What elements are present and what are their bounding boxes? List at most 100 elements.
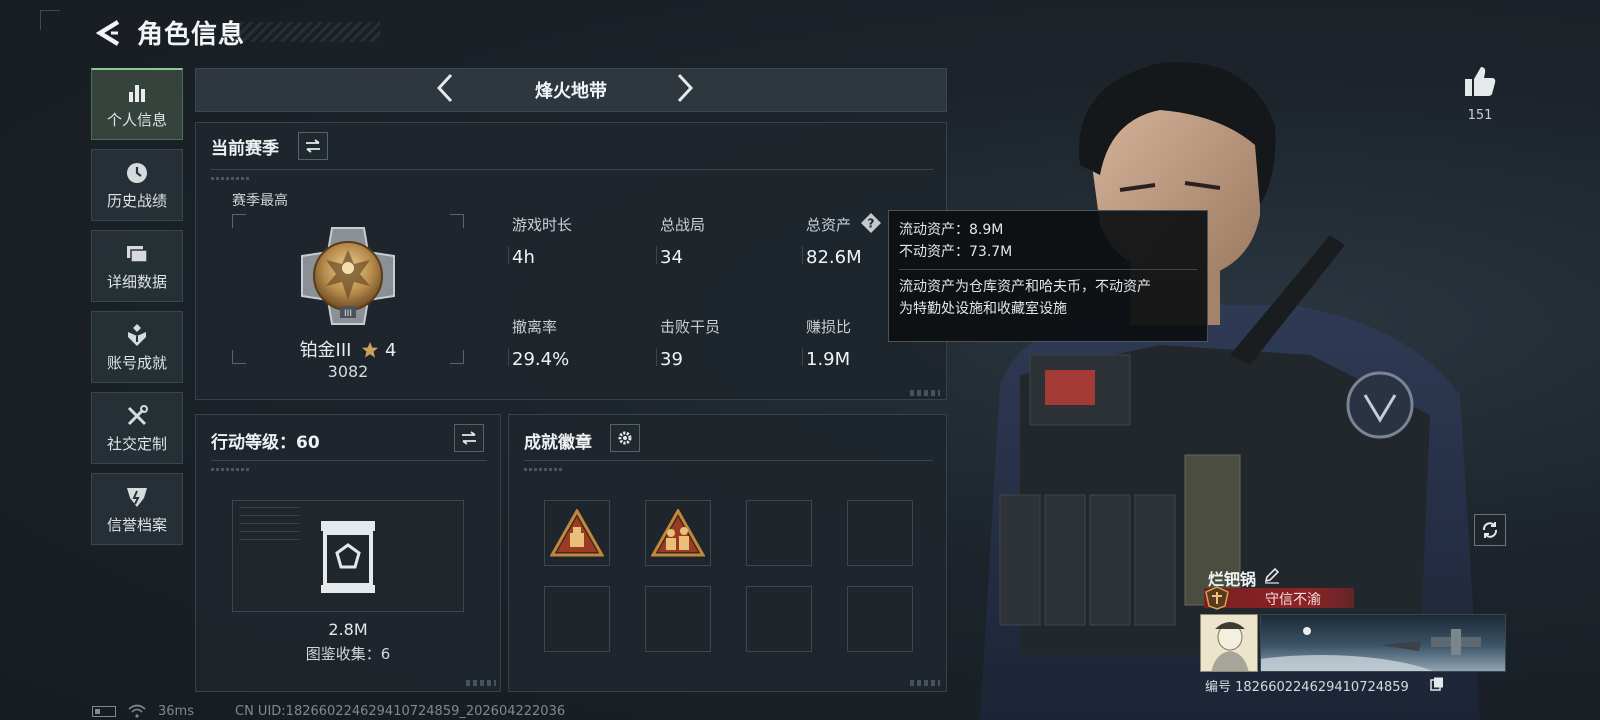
wifi-icon [128, 704, 146, 718]
collection-display[interactable] [232, 500, 464, 612]
banner-image [1261, 627, 1481, 671]
badge-supply-icon [550, 509, 604, 557]
rotate-icon [1482, 522, 1498, 538]
stat-profit-loss: 赚损比 1.9M [806, 318, 852, 370]
season-switch-button[interactable] [298, 132, 328, 160]
thumbs-up-icon[interactable] [1462, 64, 1498, 100]
divider [802, 246, 803, 264]
sidebar-item-label: 详细数据 [106, 272, 167, 291]
decoration [524, 468, 564, 471]
corner-decoration [40, 10, 60, 30]
swap-icon [462, 431, 476, 445]
decoration [466, 680, 496, 686]
season-title: 当前赛季 [211, 139, 279, 159]
sidebar-item-label: 账号成就 [106, 353, 167, 372]
sidebar-item-label: 社交定制 [106, 434, 167, 453]
badge-slot-8[interactable] [847, 586, 913, 652]
divider [656, 348, 657, 366]
mode-title: 烽火地带 [535, 81, 607, 102]
action-level-switch-button[interactable] [454, 424, 484, 452]
decoration [211, 468, 251, 471]
svg-text:?: ? [868, 217, 875, 231]
action-level-title: 行动等级：60 [211, 433, 320, 453]
stat-total-assets: 总资产 82.6M [806, 216, 862, 268]
badge-slot-5[interactable] [544, 586, 610, 652]
sidebar-item-label: 个人信息 [106, 111, 167, 129]
copy-icon[interactable] [1430, 677, 1444, 691]
badge-slot-1[interactable] [544, 500, 610, 566]
avatar[interactable] [1200, 614, 1258, 672]
collection-cabinet-icon [321, 521, 375, 593]
badge-slot-2[interactable] [645, 500, 711, 566]
chevron-right-icon[interactable] [668, 72, 700, 104]
tools-icon [127, 404, 148, 425]
sidebar-item-achievements[interactable]: 账号成就 [91, 311, 183, 383]
avatar-image [1201, 615, 1257, 671]
player-id: 编号 182660224629410724859 [1205, 680, 1409, 695]
divider [211, 169, 933, 170]
badges-title: 成就徽章 [524, 433, 592, 453]
collection-value: 2.8M [328, 620, 368, 639]
badge-slot-3[interactable] [746, 500, 812, 566]
badge-slot-6[interactable] [645, 586, 711, 652]
uid-readout: CN UID:182660224629410724859_20260422203… [235, 704, 566, 719]
title-decoration [240, 22, 380, 42]
divider [802, 348, 803, 366]
sidebar-item-personal-info[interactable]: 个人信息 [91, 68, 183, 140]
rank-stars: 4 [384, 340, 397, 361]
sidebar-item-history[interactable]: 历史战绩 [91, 149, 183, 221]
clock-icon [127, 162, 147, 183]
season-best-label: 赛季最高 [232, 193, 288, 209]
folder-icon [127, 245, 148, 263]
rank-emblem-icon: III [301, 227, 395, 325]
help-icon[interactable]: ? [860, 212, 882, 234]
sidebar-item-reputation[interactable]: 信誉档案 [91, 473, 183, 545]
stat-total-matches: 总战局 34 [660, 216, 706, 268]
battery-icon [92, 706, 116, 717]
profile-banner[interactable] [1260, 614, 1506, 672]
decoration [211, 177, 251, 180]
rank-name: 铂金III 4 [299, 340, 397, 361]
page-title: 角色信息 [137, 20, 246, 50]
edit-icon[interactable] [1263, 566, 1281, 584]
decoration [910, 680, 940, 686]
tooltip-description: 为特勤处设施和收藏室设施 [899, 301, 1067, 317]
divider [508, 246, 509, 264]
gear-icon [618, 431, 632, 445]
badge-slot-7[interactable] [746, 586, 812, 652]
badges-settings-button[interactable] [610, 424, 640, 452]
divider [524, 460, 933, 461]
stat-extraction-rate: 撤离率 29.4% [512, 318, 570, 370]
like-count: 151 [1467, 108, 1493, 123]
sidebar-item-social[interactable]: 社交定制 [91, 392, 183, 464]
rank-score: 3082 [327, 362, 369, 381]
divider [211, 460, 487, 461]
decoration [910, 390, 940, 396]
shield-icon [127, 487, 147, 507]
divider [656, 246, 657, 264]
stat-operators-defeated: 击败干员 39 [660, 318, 721, 370]
assets-tooltip: 流动资产：8.9M 不动资产：73.7M 流动资产为仓库资产和哈夫币，不动资产 … [888, 210, 1208, 342]
decoration [239, 507, 299, 547]
honor-title: 守信不渝 [1265, 592, 1321, 608]
star-icon [362, 342, 379, 358]
sidebar-item-label: 历史战绩 [106, 191, 167, 210]
badge-slot-4[interactable] [847, 500, 913, 566]
sidebar-item-detailed-data[interactable]: 详细数据 [91, 230, 183, 302]
bar-chart-icon [129, 85, 145, 102]
divider [899, 269, 1197, 270]
rotate-button[interactable] [1474, 514, 1506, 546]
sidebar-item-label: 信誉档案 [106, 515, 167, 534]
swap-icon [306, 139, 320, 153]
chevron-left-icon[interactable] [430, 72, 462, 104]
ping-readout: 36ms [158, 704, 194, 719]
collection-count: 图鉴收集：6 [305, 645, 391, 663]
tooltip-liquid-assets: 流动资产：8.9M [899, 222, 1004, 238]
mode-selector: 烽火地带 [195, 68, 947, 112]
sidebar: 个人信息 历史战绩 详细数据 账号成就 社交定制 信誉档案 [91, 68, 183, 554]
badge-squad-icon [651, 509, 705, 557]
stat-play-time: 游戏时长 4h [512, 216, 573, 268]
tooltip-description: 流动资产为仓库资产和哈夫币，不动资产 [899, 279, 1151, 295]
back-arrow-icon[interactable] [92, 16, 126, 50]
tooltip-fixed-assets: 不动资产：73.7M [899, 244, 1013, 260]
